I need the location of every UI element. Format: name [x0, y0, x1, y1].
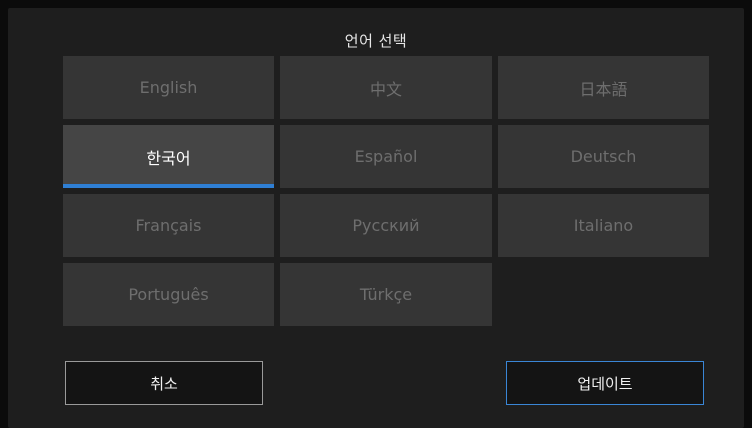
update-button[interactable]: 업데이트 [506, 361, 704, 405]
language-dialog: 언어 선택 English 中文 日本語 한국어 Español Deutsch… [8, 8, 744, 428]
selected-indicator [63, 184, 274, 188]
language-option-spanish[interactable]: Español [280, 125, 492, 188]
language-option-russian[interactable]: Русский [280, 194, 492, 257]
dialog-title: 언어 선택 [344, 32, 408, 50]
cancel-button[interactable]: 취소 [65, 361, 263, 405]
language-option-korean[interactable]: 한국어 [63, 125, 274, 188]
cancel-button-label: 취소 [150, 374, 178, 393]
update-button-label: 업데이트 [577, 374, 633, 393]
language-option-japanese[interactable]: 日本語 [498, 56, 709, 119]
language-option-portuguese[interactable]: Português [63, 263, 274, 326]
language-label: Русский [352, 216, 420, 235]
language-label: Français [135, 216, 202, 235]
language-label: Deutsch [570, 147, 637, 166]
language-label: 中文 [369, 79, 402, 99]
language-option-german[interactable]: Deutsch [498, 125, 709, 188]
language-label: Türkçe [359, 285, 413, 304]
language-option-english[interactable]: English [63, 56, 274, 119]
language-label: Português [128, 285, 209, 304]
language-label: Español [354, 147, 418, 166]
language-option-italian[interactable]: Italiano [498, 194, 709, 257]
language-label: 日本語 [579, 79, 628, 99]
language-option-french[interactable]: Français [63, 194, 274, 257]
language-option-turkish[interactable]: Türkçe [280, 263, 492, 326]
language-label: Italiano [573, 216, 634, 235]
language-label: 한국어 [146, 148, 191, 168]
language-option-chinese[interactable]: 中文 [280, 56, 492, 119]
language-label: English [139, 78, 198, 97]
language-grid: English 中文 日本語 한국어 Español Deutsch Franç… [63, 56, 717, 326]
